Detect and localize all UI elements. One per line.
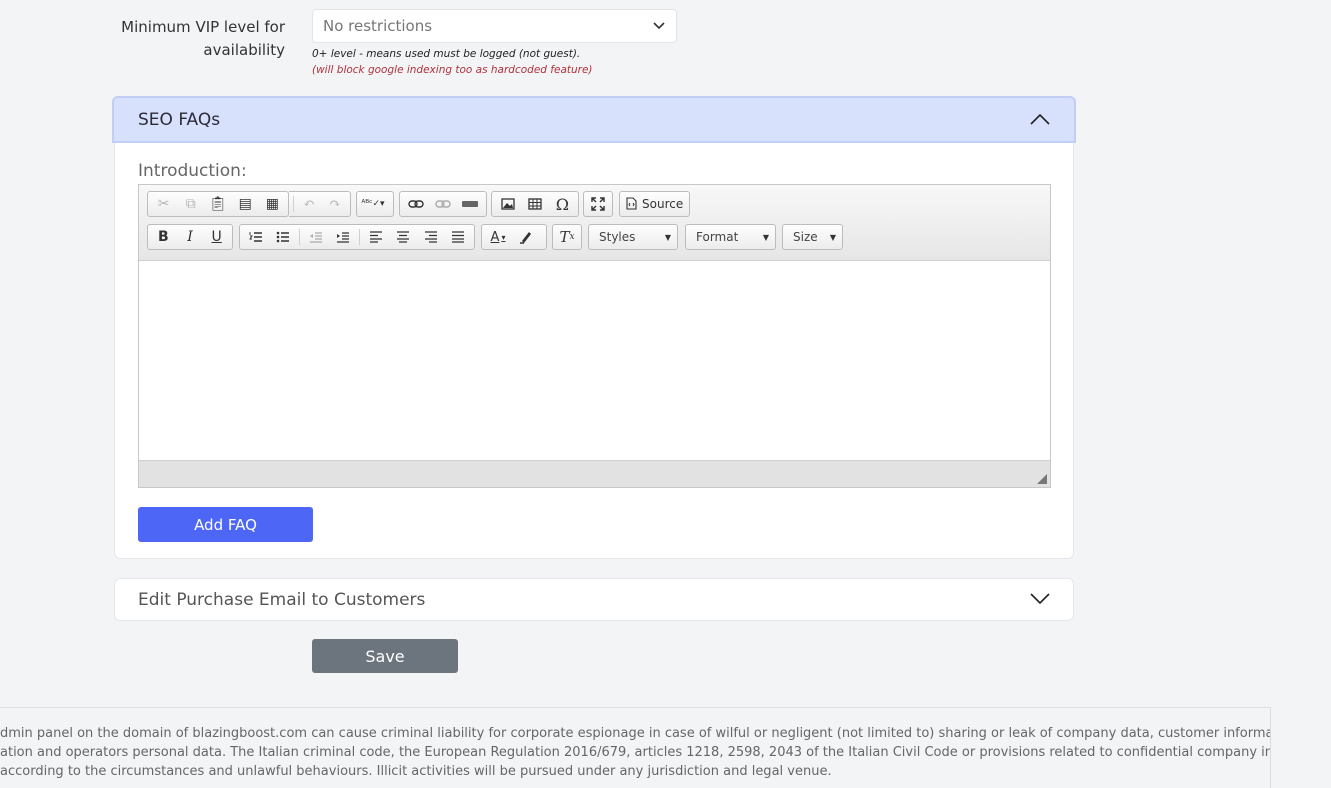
introduction-label: Introduction:: [138, 161, 247, 181]
chevron-down-icon[interactable]: [1030, 590, 1050, 609]
styles-label: Styles: [599, 230, 636, 244]
format-dropdown[interactable]: Format ▼: [685, 224, 776, 250]
bulleted-list-icon[interactable]: [270, 226, 298, 248]
basic-style-group: B I U: [147, 224, 233, 250]
save-button[interactable]: Save: [312, 639, 458, 673]
color-group: A ▾: [481, 224, 547, 250]
resize-handle-icon[interactable]: [1037, 474, 1047, 484]
dropdown-arrow-icon: ▼: [762, 232, 769, 242]
align-center-icon[interactable]: [389, 226, 417, 248]
outdent-icon[interactable]: [302, 226, 330, 248]
numbered-list-icon[interactable]: [242, 226, 270, 248]
chevron-down-icon: [652, 19, 666, 33]
vip-level-select[interactable]: No restrictions: [312, 9, 677, 43]
image-icon[interactable]: [494, 193, 521, 215]
special-char-icon[interactable]: Ω: [549, 193, 576, 215]
legal-notice-line: dmin panel on the domain of blazingboost…: [0, 726, 1271, 741]
maximize-group: [583, 191, 613, 217]
editor-statusbar: [139, 460, 1050, 487]
paste-word-icon[interactable]: ▦: [259, 193, 286, 215]
editor-content-area[interactable]: [139, 261, 1050, 461]
underline-icon[interactable]: U: [203, 226, 230, 248]
dropdown-arrow-icon: ▼: [829, 232, 836, 242]
separator: [358, 229, 360, 245]
source-button[interactable]: Source: [619, 191, 690, 217]
undo-icon[interactable]: ↶: [296, 193, 322, 215]
spellcheck-group: ᴬᴮᶜ✓▾: [356, 191, 394, 217]
separator: [299, 229, 300, 245]
remove-format-icon[interactable]: Tx: [555, 226, 579, 248]
link-icon[interactable]: [402, 193, 429, 215]
paste-text-icon[interactable]: ▤: [232, 193, 259, 215]
spellcheck-icon[interactable]: ᴬᴮᶜ✓▾: [359, 193, 387, 215]
anchor-icon[interactable]: [457, 193, 484, 215]
legal-notice-footer: dmin panel on the domain of blazingboost…: [0, 707, 1271, 788]
table-icon[interactable]: [521, 193, 548, 215]
separator: [293, 196, 294, 212]
rich-text-editor: ✂ ⧉ 📋︎ ▤ ▦ ↶ ↷ ᴬᴮᶜ✓▾ Ω Source B I U A ▾ …: [138, 184, 1051, 488]
vip-level-label: Minimum VIP level for availability: [121, 18, 285, 59]
text-color-icon[interactable]: A ▾: [484, 226, 512, 248]
vip-level-warning: (will block google indexing too as hardc…: [312, 64, 593, 76]
background-color-icon[interactable]: [512, 226, 540, 248]
cut-icon[interactable]: ✂: [150, 193, 177, 215]
maximize-icon[interactable]: [586, 193, 610, 215]
dropdown-arrow-icon: ▼: [664, 232, 671, 242]
legal-notice-line: according to the circumstances and unlaw…: [0, 764, 832, 779]
copy-icon[interactable]: ⧉: [177, 193, 204, 215]
redo-icon[interactable]: ↷: [322, 193, 348, 215]
chevron-up-icon[interactable]: [1030, 110, 1050, 129]
source-icon: [626, 195, 637, 214]
italic-icon[interactable]: I: [177, 226, 204, 248]
add-faq-button[interactable]: Add FAQ: [138, 507, 313, 542]
unlink-icon[interactable]: [429, 193, 456, 215]
seo-faqs-panel: SEO FAQs Introduction: ✂ ⧉ 📋︎ ▤ ▦ ↶ ↷ ᴬᴮ…: [112, 96, 1076, 559]
link-group: [399, 191, 487, 217]
editor-toolbar: ✂ ⧉ 📋︎ ▤ ▦ ↶ ↷ ᴬᴮᶜ✓▾ Ω Source B I U A ▾ …: [139, 185, 1050, 261]
source-label: Source: [642, 197, 684, 211]
vip-level-selected: No restrictions: [323, 17, 433, 35]
indent-icon[interactable]: [329, 226, 357, 248]
clipboard-group: ✂ ⧉ 📋︎ ▤ ▦: [147, 191, 289, 217]
legal-notice-line: ation and operators personal data. The I…: [0, 745, 1271, 760]
paste-icon[interactable]: 📋︎: [204, 193, 231, 215]
vip-level-hint: 0+ level - means used must be logged (no…: [312, 48, 581, 60]
purchase-email-panel[interactable]: Edit Purchase Email to Customers: [114, 578, 1074, 621]
size-dropdown[interactable]: Size ▼: [782, 224, 843, 250]
align-right-icon[interactable]: [417, 226, 445, 248]
insert-group: Ω: [491, 191, 579, 217]
remove-format-group: Tx: [552, 224, 582, 250]
size-label: Size: [793, 230, 818, 244]
bold-icon[interactable]: B: [150, 226, 177, 248]
paragraph-group: [239, 224, 475, 250]
justify-icon[interactable]: [444, 226, 472, 248]
align-left-icon[interactable]: [362, 226, 390, 248]
purchase-email-title: Edit Purchase Email to Customers: [138, 589, 426, 610]
undo-group: ↶ ↷: [289, 191, 351, 217]
format-label: Format: [696, 230, 739, 244]
styles-dropdown[interactable]: Styles ▼: [588, 224, 678, 250]
seo-faqs-header[interactable]: SEO FAQs: [112, 96, 1076, 143]
seo-faqs-title: SEO FAQs: [138, 109, 221, 130]
